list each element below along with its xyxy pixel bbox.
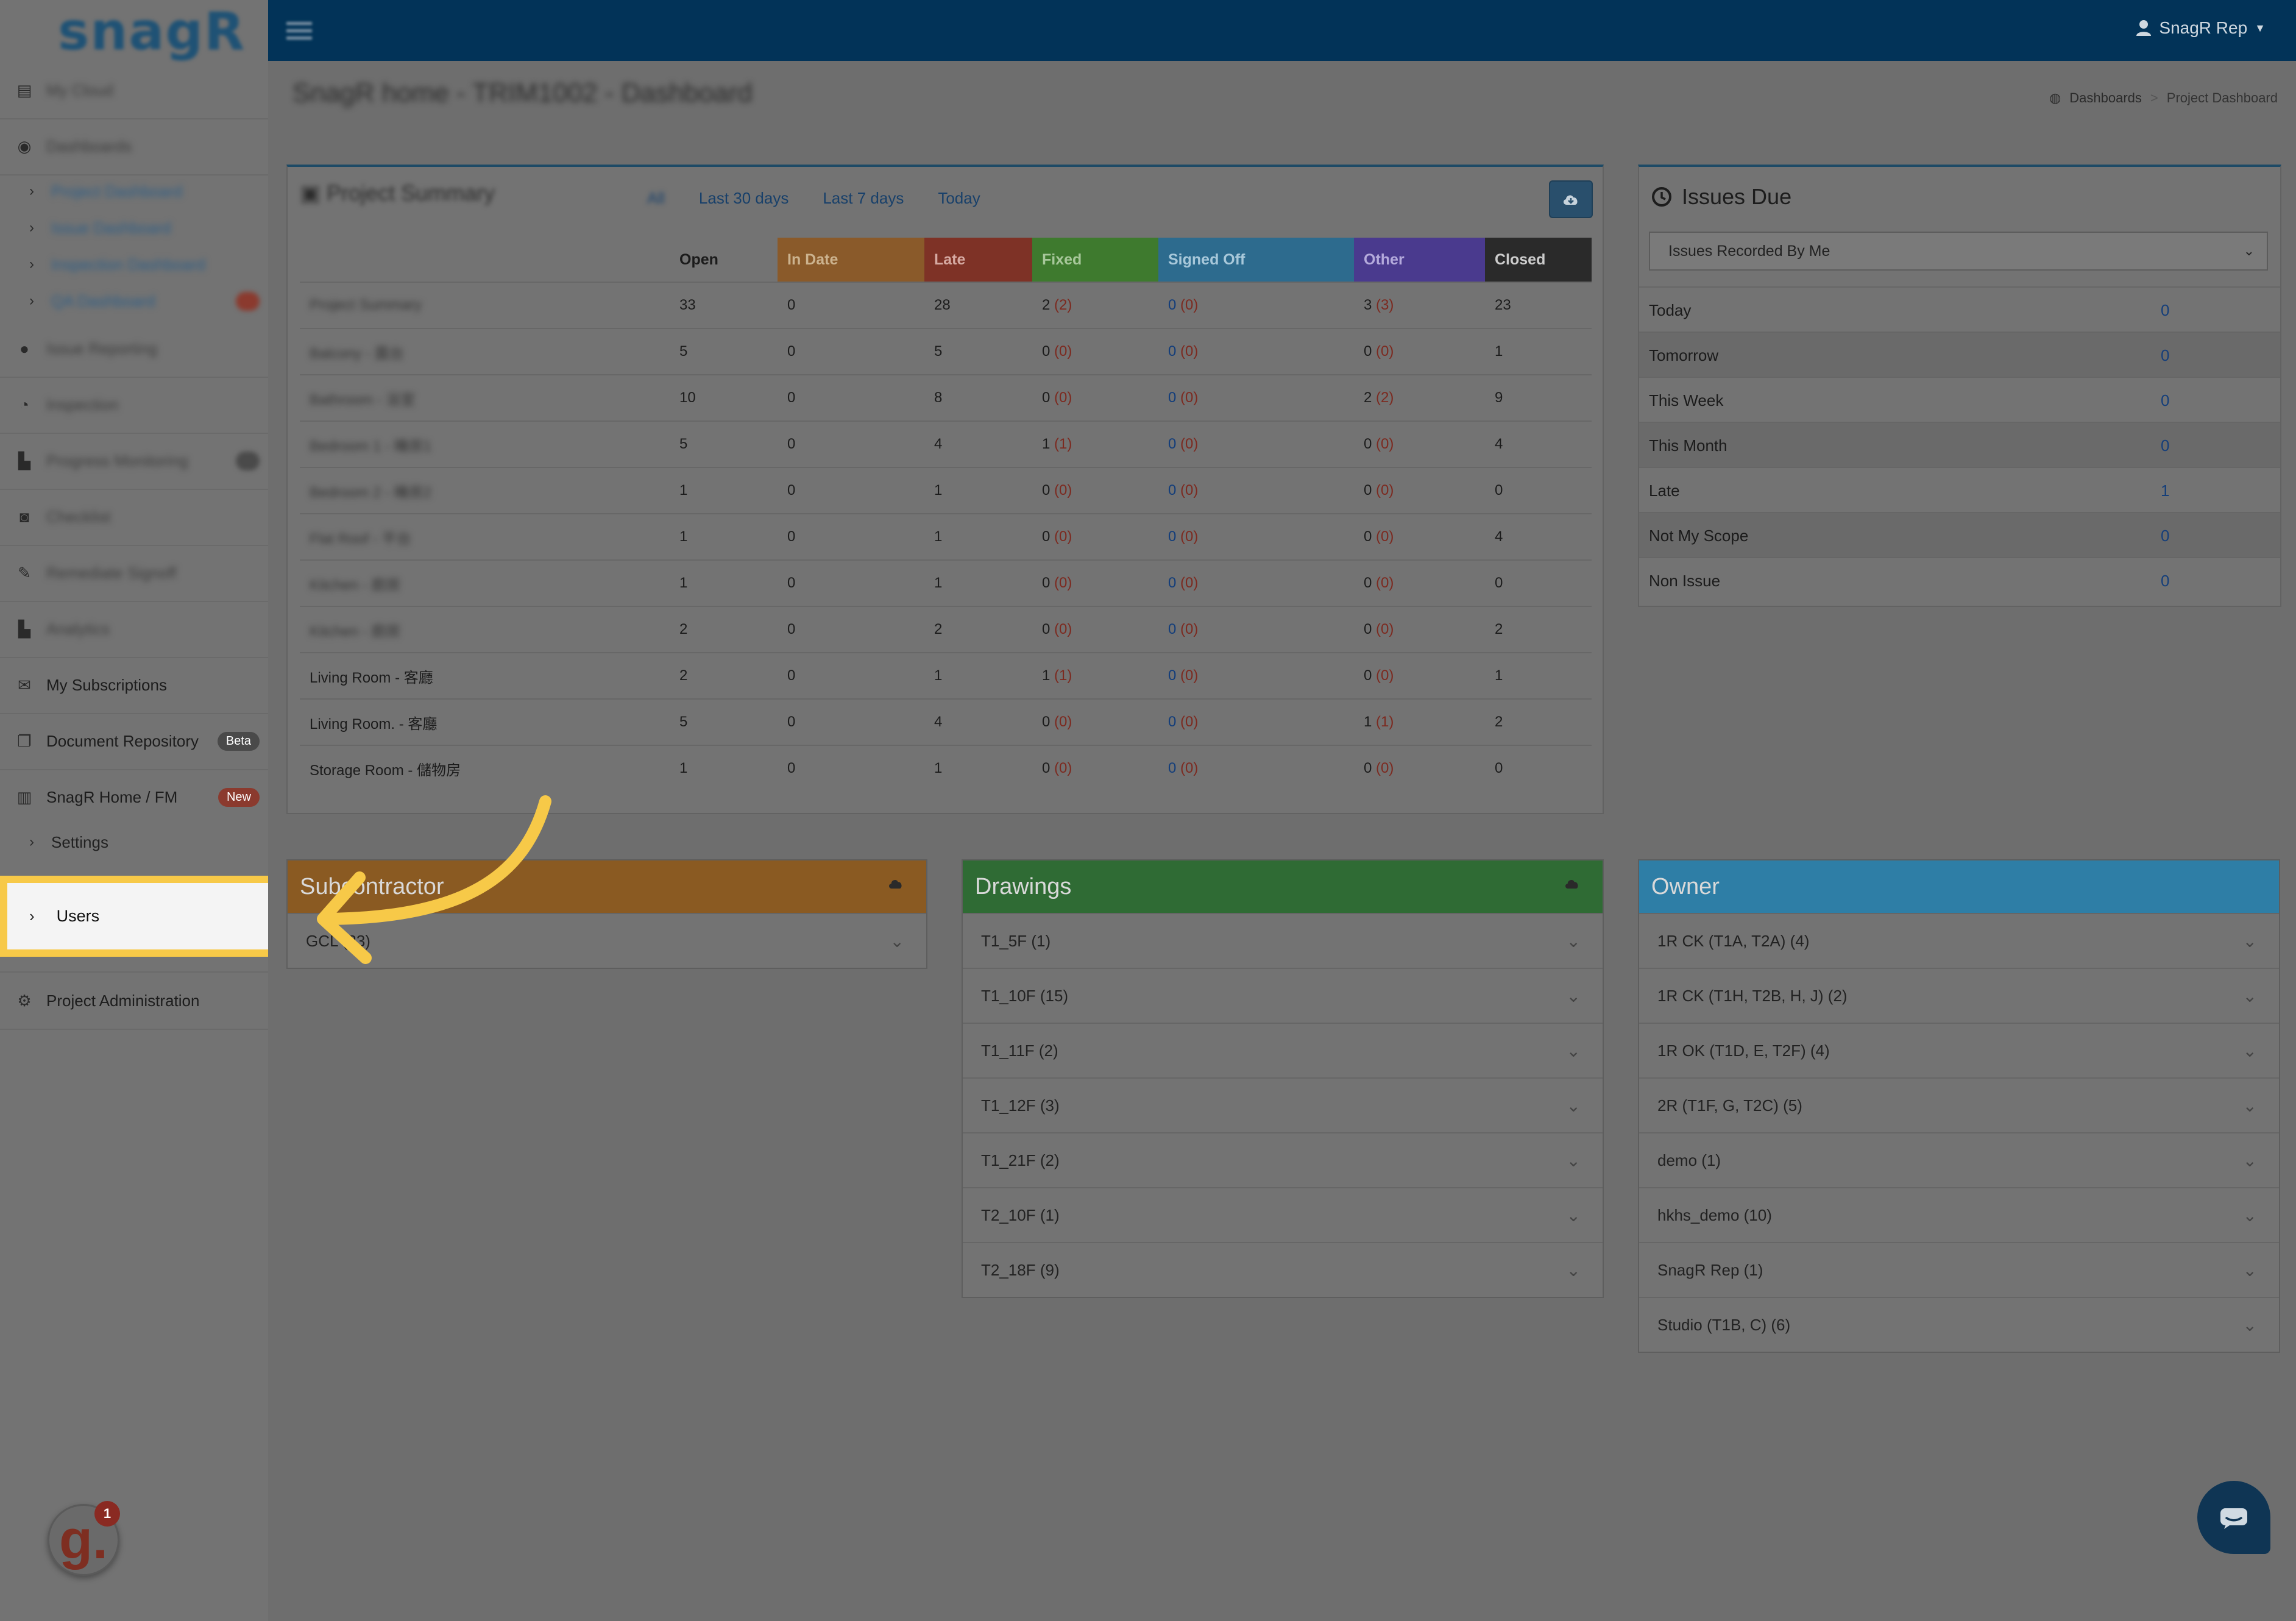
notification-count: 1 (94, 1501, 120, 1527)
chat-button[interactable] (2197, 1481, 2270, 1554)
help-widget-badge[interactable]: g. 1 (48, 1501, 120, 1576)
annotation-arrow (317, 795, 551, 964)
chat-icon (2220, 1508, 2247, 1529)
